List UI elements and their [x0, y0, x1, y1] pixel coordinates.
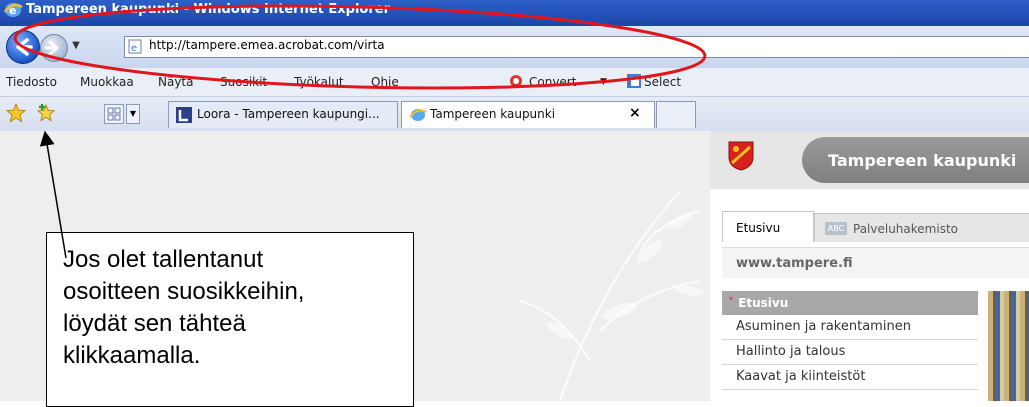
annotation-text: Jos olet tallentanut osoitteen suosikkei… — [63, 246, 305, 369]
recent-pages-dropdown[interactable]: ▼ — [70, 40, 82, 52]
nav-item-label: Kaavat ja kiinteistöt — [736, 369, 866, 384]
site-url-banner: www.tampere.fi — [722, 247, 1029, 278]
menu-file[interactable]: Tiedosto — [6, 75, 57, 89]
menu-help[interactable]: Ohje — [371, 75, 399, 89]
page-icon: e — [128, 39, 142, 54]
star-icon[interactable] — [6, 103, 26, 123]
address-toolbar: ▼ e http://tampere.emea.acrobat.com/virt… — [0, 26, 1029, 68]
annotation-callout: Jos olet tallentanut osoitteen suosikkei… — [46, 232, 414, 407]
loora-icon — [176, 107, 192, 123]
forward-arrow-icon — [44, 40, 59, 56]
select-button[interactable]: Select — [644, 75, 681, 89]
menu-view[interactable]: Näytä — [158, 75, 194, 89]
quick-tabs-icon — [107, 107, 121, 121]
menu-bar: Tiedosto Muokkaa Näytä Suosikit Työkalut… — [0, 68, 1029, 97]
bookshelf-photo — [988, 291, 1029, 401]
svg-text:e: e — [131, 43, 137, 54]
add-favorite-icon[interactable] — [36, 103, 56, 123]
tab-tampere[interactable]: Tampereen kaupunki × — [401, 101, 655, 128]
nav-item-label: Hallinto ja talous — [736, 344, 846, 359]
site-tab-label: Palveluhakemisto — [853, 222, 958, 236]
ie-page-icon — [409, 109, 427, 121]
address-input[interactable]: e http://tampere.emea.acrobat.com/virta — [124, 36, 1029, 58]
tab-label: Loora - Tampereen kaupungi... — [197, 107, 380, 121]
chevron-down-icon: ˅ — [728, 296, 739, 310]
menu-favorites[interactable]: Suosikit — [220, 75, 267, 89]
tab-label: Tampereen kaupunki — [430, 107, 556, 121]
close-tab-icon[interactable]: × — [629, 105, 641, 121]
abc-icon: ABC — [825, 222, 847, 235]
menu-tools[interactable]: Työkalut — [294, 75, 344, 89]
nav-header-etusivu[interactable]: ˅ Etusivu — [722, 291, 978, 315]
quick-tabs-button[interactable] — [104, 104, 124, 124]
nav-item-asuminen[interactable]: Asuminen ja rakentaminen — [722, 315, 978, 340]
window-title: Tampereen kaupunki - Windows Internet Ex… — [26, 2, 390, 17]
tab-bar: ▼ Loora - Tampereen kaupungi... Tamperee… — [0, 97, 1029, 132]
window-title-bar: e Tampereen kaupunki - Windows Internet … — [0, 0, 1029, 26]
nav-item-kaavat[interactable]: Kaavat ja kiinteistöt — [722, 365, 978, 390]
nav-item-label: Asuminen ja rakentaminen — [736, 319, 911, 334]
convert-dropdown-icon[interactable]: ▼ — [600, 77, 607, 87]
nav-header-text: Etusivu — [738, 296, 789, 310]
tab-list-dropdown[interactable]: ▼ — [126, 104, 140, 124]
tab-loora[interactable]: Loora - Tampereen kaupungi... — [168, 101, 398, 128]
ie-logo-icon: e — [3, 3, 23, 17]
nav-item-hallinto[interactable]: Hallinto ja talous — [722, 340, 978, 365]
convert-button[interactable]: Convert — [529, 75, 576, 89]
back-button[interactable] — [6, 30, 40, 64]
site-tab-palveluhakemisto[interactable]: ABC Palveluhakemisto — [814, 213, 1029, 242]
select-icon — [627, 74, 641, 88]
tampere-site: Tampereen kaupunki Etusivu ABC Palveluha… — [710, 131, 1029, 401]
coat-of-arms-icon[interactable] — [728, 141, 754, 171]
convert-icon — [510, 75, 522, 87]
new-tab-button[interactable] — [656, 101, 696, 128]
address-url: http://tampere.emea.acrobat.com/virta — [149, 38, 385, 52]
svg-text:e: e — [9, 4, 16, 17]
site-tab-label: Etusivu — [736, 221, 781, 235]
forward-button[interactable] — [40, 34, 68, 62]
back-arrow-icon — [16, 38, 33, 56]
nav-header-label: ˅ Etusivu — [728, 296, 788, 310]
site-tab-etusivu[interactable]: Etusivu — [722, 211, 814, 242]
menu-edit[interactable]: Muokkaa — [80, 75, 134, 89]
site-header: Tampereen kaupunki — [710, 131, 1029, 189]
site-url-text: www.tampere.fi — [736, 256, 853, 271]
site-title[interactable]: Tampereen kaupunki — [828, 151, 1016, 170]
